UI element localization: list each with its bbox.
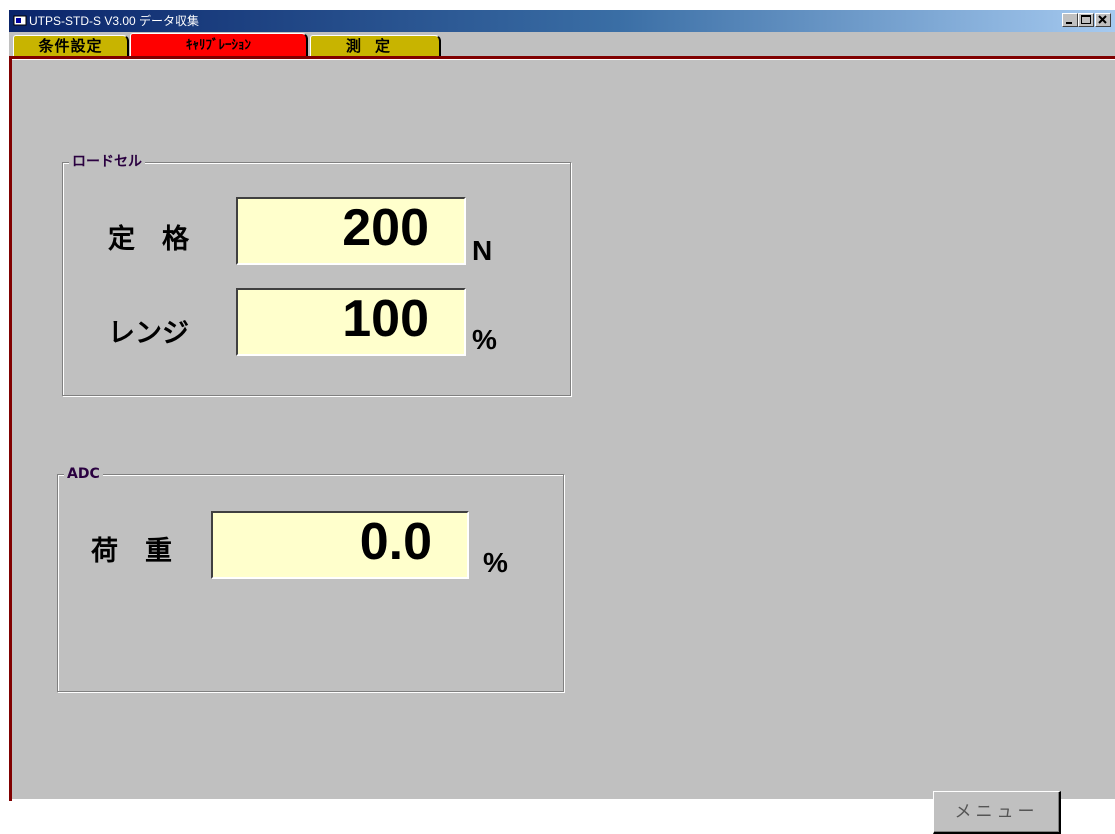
loadcell-group-caption: ロードセル	[69, 154, 145, 170]
adc-group: ADC 荷 重 0.0 %	[57, 466, 564, 692]
range-label: レンジ	[108, 318, 189, 349]
title-bar[interactable]: UTPS-STD-S V3.00 データ収集	[9, 10, 1115, 32]
range-unit: %	[472, 324, 497, 355]
tab-calibration[interactable]: ｷｬﾘﾌﾞﾚｰｼｮﾝ	[130, 33, 308, 57]
minimize-button[interactable]	[1062, 13, 1078, 27]
tab-strip: 条件設定 ｷｬﾘﾌﾞﾚｰｼｮﾝ 測定	[9, 32, 1115, 58]
adc-group-caption: ADC	[64, 466, 103, 482]
maximize-button[interactable]	[1078, 13, 1094, 27]
load-label: 荷 重	[91, 536, 172, 567]
rated-unit: N	[472, 235, 493, 266]
tab-condition-settings[interactable]: 条件設定	[13, 35, 129, 56]
window-title: UTPS-STD-S V3.00 データ収集	[29, 14, 200, 28]
rated-value-field: 200	[236, 197, 466, 265]
menu-button[interactable]: メニュー	[933, 791, 1061, 834]
rated-label: 定 格	[108, 224, 189, 255]
range-value-field: 100	[236, 288, 466, 356]
minimize-icon	[1066, 22, 1072, 24]
loadcell-group: ロードセル 定 格 200 N レンジ 100 %	[62, 154, 571, 396]
close-button[interactable]	[1095, 13, 1111, 27]
app-window: UTPS-STD-S V3.00 データ収集 条件設定 ｷｬﾘﾌﾞﾚｰｼｮﾝ 測…	[8, 10, 1115, 834]
load-value-field: 0.0	[211, 511, 469, 579]
maximize-icon	[1081, 15, 1091, 24]
tab-measurement[interactable]: 測定	[310, 35, 441, 56]
close-icon	[1098, 15, 1107, 24]
calibration-panel: ロードセル 定 格 200 N レンジ 100 % ADC 荷 重 0.0 % …	[9, 56, 1115, 834]
load-unit: %	[483, 547, 508, 578]
app-icon	[13, 15, 27, 26]
